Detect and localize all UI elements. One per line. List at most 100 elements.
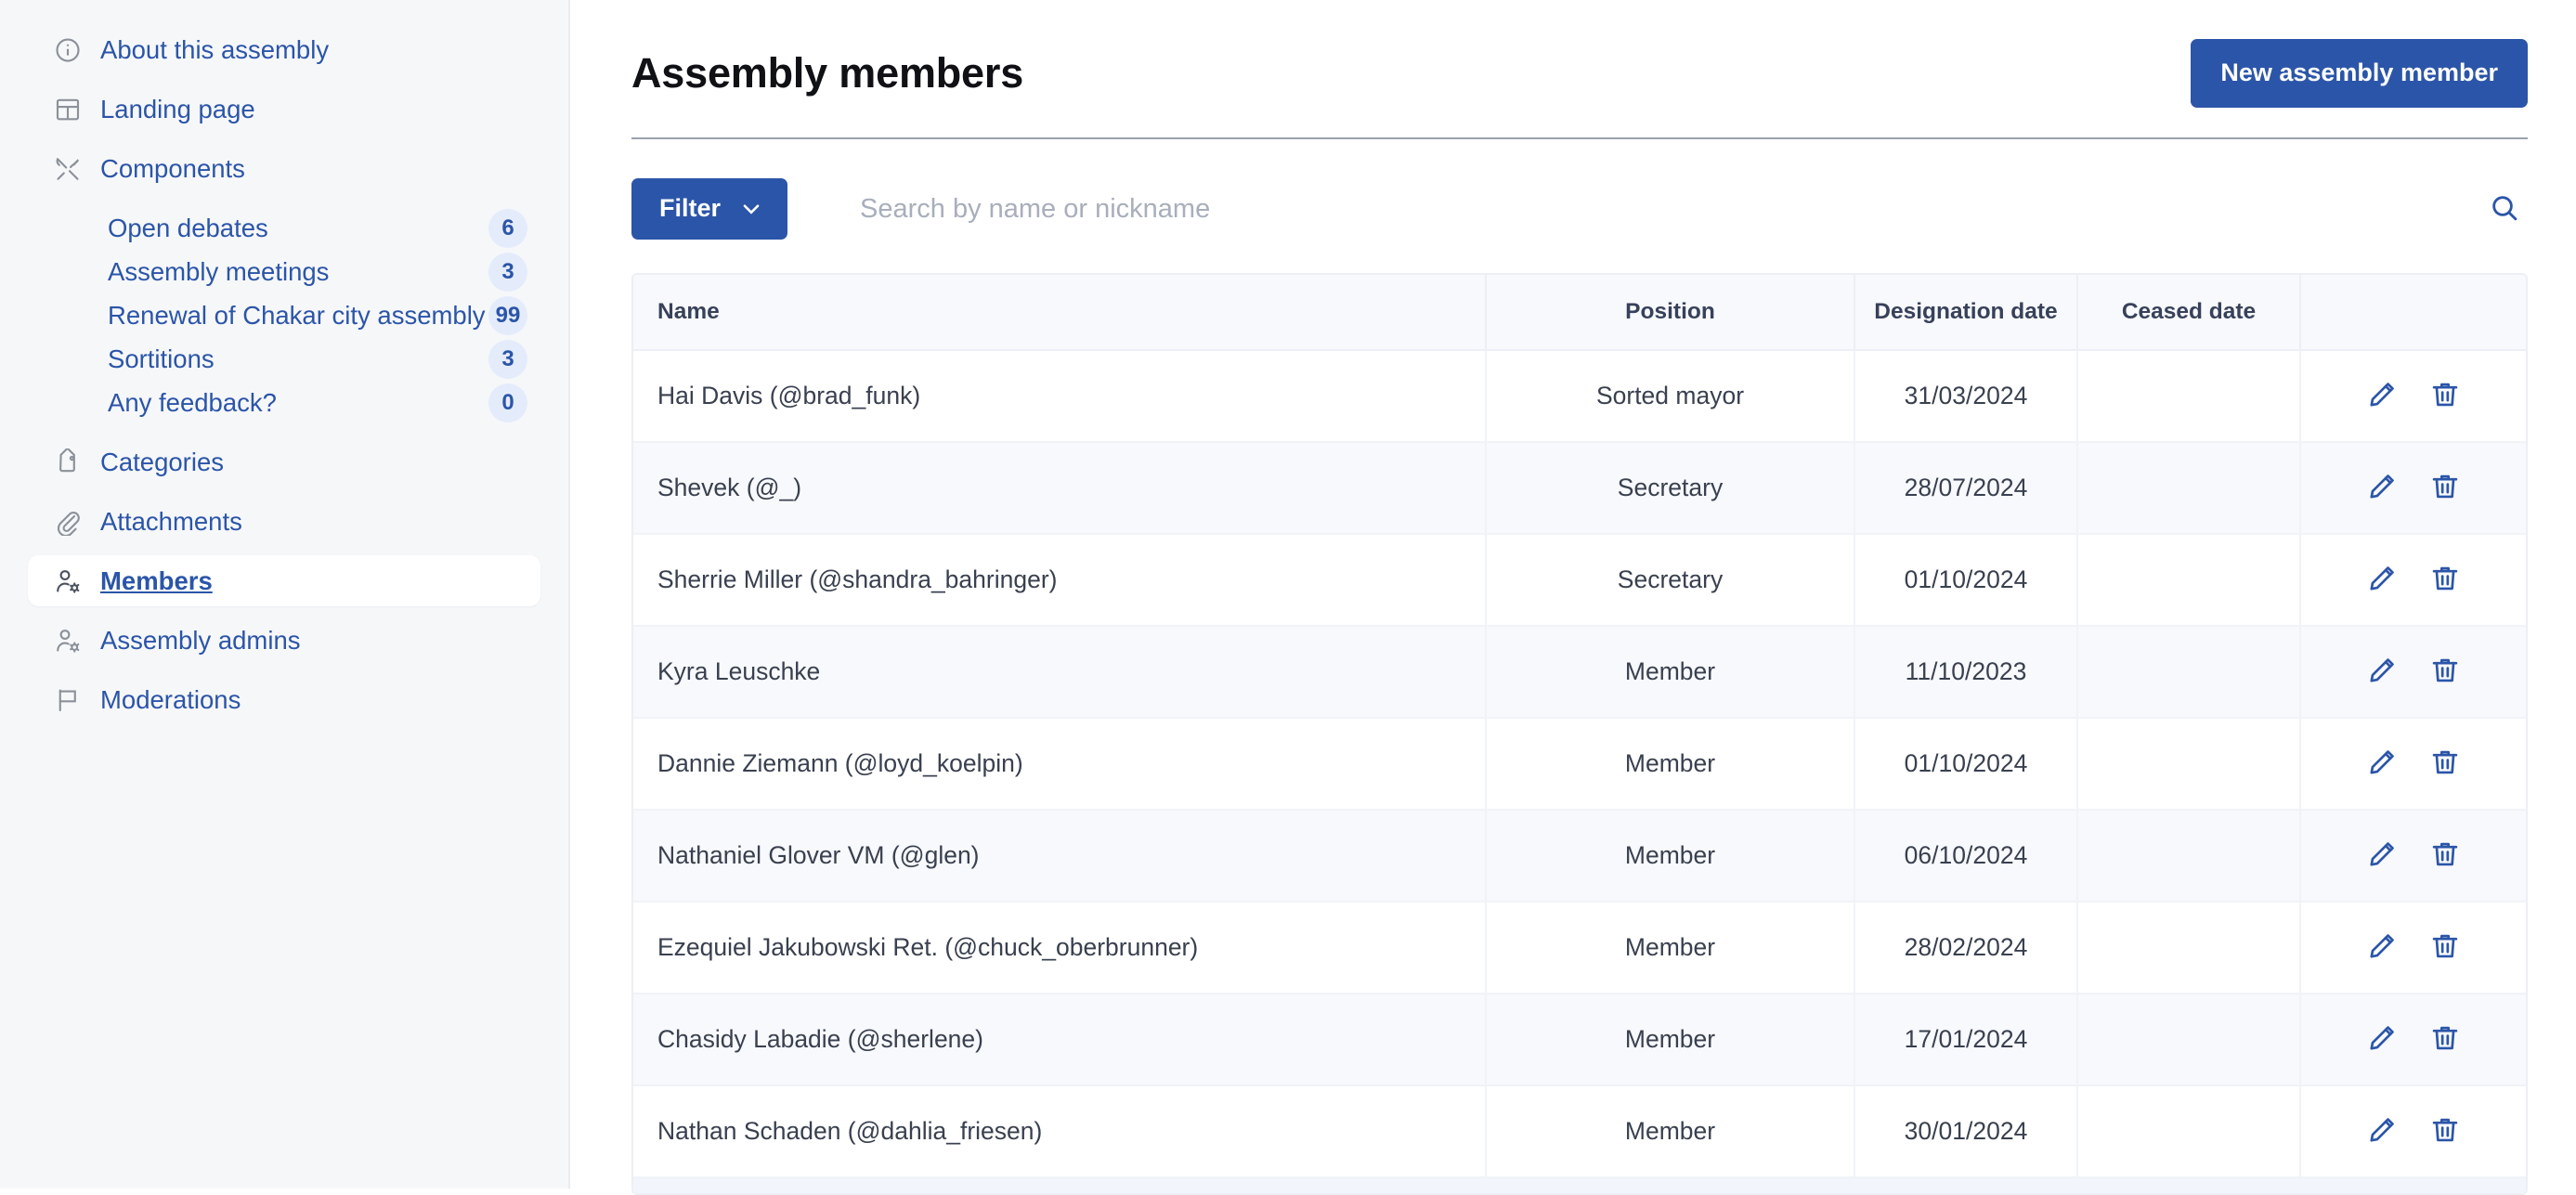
edit-member-button[interactable] bbox=[2366, 471, 2398, 505]
sidebar-item-moderations[interactable]: Moderations bbox=[28, 674, 540, 725]
search-submit-button[interactable] bbox=[2489, 192, 2520, 227]
sidebar-item-label: Moderations bbox=[100, 684, 241, 714]
edit-member-button[interactable] bbox=[2366, 930, 2398, 965]
table-body: Hai Davis (@brad_funk) Sorted mayor 31/03/… bbox=[633, 350, 2526, 1178]
row-actions bbox=[2301, 1022, 2526, 1057]
edit-member-button[interactable] bbox=[2366, 563, 2398, 597]
cell-ceased-date bbox=[2077, 1085, 2301, 1178]
sidebar-subitem-assembly-meetings[interactable]: Assembly meetings 3 bbox=[28, 250, 540, 293]
delete-member-button[interactable] bbox=[2429, 930, 2461, 965]
members-table: Name Position Designation date Ceased da… bbox=[633, 275, 2526, 1178]
row-actions bbox=[2301, 563, 2526, 597]
cell-name: Chasidy Labadie (@sherlene) bbox=[633, 994, 1487, 1086]
cell-name: Ezequiel Jakubowski Ret. (@chuck_oberbru… bbox=[633, 902, 1487, 994]
delete-member-button[interactable] bbox=[2429, 747, 2461, 781]
cell-position: Member bbox=[1486, 718, 1855, 811]
edit-member-button[interactable] bbox=[2366, 655, 2398, 689]
cell-ceased-date bbox=[2077, 350, 2301, 443]
pencil-icon bbox=[2366, 655, 2398, 689]
sidebar-item-attachments[interactable]: Attachments bbox=[28, 496, 540, 547]
sidebar-item-assembly-admins[interactable]: Assembly admins bbox=[28, 615, 540, 666]
column-header-position[interactable]: Position bbox=[1486, 275, 1855, 351]
tools-icon bbox=[52, 153, 84, 185]
delete-member-button[interactable] bbox=[2429, 379, 2461, 413]
flag-icon bbox=[52, 684, 84, 716]
tag-icon bbox=[52, 447, 84, 478]
cell-position: Member bbox=[1486, 1085, 1855, 1178]
sidebar-item-label: Landing page bbox=[100, 94, 255, 123]
table-row: Dannie Ziemann (@loyd_koelpin) Member 01/1… bbox=[633, 718, 2526, 811]
sidebar-item-categories[interactable]: Categories bbox=[28, 436, 540, 487]
cell-name: Sherrie Miller (@shandra_bahringer) bbox=[633, 534, 1487, 627]
sidebar-item-landing-page[interactable]: Landing page bbox=[28, 84, 540, 135]
delete-member-button[interactable] bbox=[2429, 1114, 2461, 1149]
column-header-ceased-date[interactable]: Ceased date bbox=[2077, 275, 2301, 351]
cell-designation-date: 28/02/2024 bbox=[1854, 902, 2078, 994]
cell-position: Member bbox=[1486, 626, 1855, 719]
column-header-name[interactable]: Name bbox=[633, 275, 1487, 351]
row-actions bbox=[2301, 747, 2526, 781]
cell-designation-date: 17/01/2024 bbox=[1854, 994, 2078, 1086]
cell-designation-date: 01/10/2024 bbox=[1854, 534, 2078, 627]
table-row: Chasidy Labadie (@sherlene) Member 17/01/2… bbox=[633, 994, 2526, 1086]
table-header-row: Name Position Designation date Ceased da… bbox=[633, 275, 2526, 351]
pencil-icon bbox=[2366, 1114, 2398, 1149]
table-row: Nathaniel Glover VM (@glen) Member 06/10/2… bbox=[633, 810, 2526, 903]
layout-grid-icon bbox=[52, 94, 84, 125]
sidebar-subitem-open-debates[interactable]: Open debates 6 bbox=[28, 206, 540, 250]
sidebar: About this assembly Landing page Compone… bbox=[0, 0, 570, 1189]
user-settings-icon bbox=[52, 625, 84, 656]
row-actions bbox=[2301, 930, 2526, 965]
edit-member-button[interactable] bbox=[2366, 379, 2398, 413]
cell-name: Nathan Schaden (@dahlia_friesen) bbox=[633, 1085, 1487, 1178]
sidebar-subitem-label: Assembly meetings bbox=[108, 256, 330, 286]
sidebar-item-components[interactable]: Components bbox=[28, 143, 540, 194]
cell-actions bbox=[2300, 810, 2526, 903]
cell-actions bbox=[2300, 902, 2526, 994]
trash-icon bbox=[2429, 655, 2461, 689]
paperclip-icon bbox=[52, 506, 84, 538]
edit-member-button[interactable] bbox=[2366, 1022, 2398, 1057]
cell-position: Member bbox=[1486, 810, 1855, 903]
user-settings-icon bbox=[52, 565, 84, 597]
sidebar-item-label: Components bbox=[100, 153, 245, 183]
pencil-icon bbox=[2366, 930, 2398, 965]
pencil-icon bbox=[2366, 379, 2398, 413]
delete-member-button[interactable] bbox=[2429, 655, 2461, 689]
cell-position: Member bbox=[1486, 994, 1855, 1086]
sidebar-subitem-count-badge: 3 bbox=[488, 252, 527, 292]
row-actions bbox=[2301, 655, 2526, 689]
cell-actions bbox=[2300, 994, 2526, 1086]
new-assembly-member-button[interactable]: New assembly member bbox=[2191, 39, 2528, 108]
delete-member-button[interactable] bbox=[2429, 471, 2461, 505]
row-actions bbox=[2301, 838, 2526, 873]
search-input[interactable] bbox=[860, 186, 2489, 232]
edit-member-button[interactable] bbox=[2366, 838, 2398, 873]
sidebar-subitem-any-feedback[interactable]: Any feedback? 0 bbox=[28, 381, 540, 424]
cell-actions bbox=[2300, 534, 2526, 627]
sidebar-subitem-label: Renewal of Chakar city assembly bbox=[108, 300, 486, 330]
table-row: Hai Davis (@brad_funk) Sorted mayor 31/03/… bbox=[633, 350, 2526, 443]
trash-icon bbox=[2429, 747, 2461, 781]
sidebar-subitem-sortitions[interactable]: Sortitions 3 bbox=[28, 337, 540, 381]
sidebar-item-about-this-assembly[interactable]: About this assembly bbox=[28, 24, 540, 75]
edit-member-button[interactable] bbox=[2366, 747, 2398, 781]
delete-member-button[interactable] bbox=[2429, 1022, 2461, 1057]
sidebar-item-label: About this assembly bbox=[100, 34, 330, 64]
sidebar-item-members[interactable]: Members bbox=[28, 555, 540, 606]
row-actions bbox=[2301, 379, 2526, 413]
filter-button[interactable]: Filter bbox=[631, 178, 788, 240]
delete-member-button[interactable] bbox=[2429, 563, 2461, 597]
cell-designation-date: 31/03/2024 bbox=[1854, 350, 2078, 443]
delete-member-button[interactable] bbox=[2429, 838, 2461, 873]
cell-ceased-date bbox=[2077, 718, 2301, 811]
column-header-designation-date[interactable]: Designation date bbox=[1854, 275, 2078, 351]
trash-icon bbox=[2429, 471, 2461, 505]
table-footer-strip bbox=[633, 1178, 2526, 1193]
sidebar-subitem-count-badge: 99 bbox=[488, 295, 527, 335]
edit-member-button[interactable] bbox=[2366, 1114, 2398, 1149]
app-root: About this assembly Landing page Compone… bbox=[0, 0, 2576, 1195]
sidebar-subitem-renewal-of-chakar-city-assembly[interactable]: Renewal of Chakar city assembly 99 bbox=[28, 293, 540, 337]
page-header: Assembly members New assembly member bbox=[631, 0, 2528, 108]
sidebar-subitem-count-badge: 0 bbox=[488, 383, 527, 422]
